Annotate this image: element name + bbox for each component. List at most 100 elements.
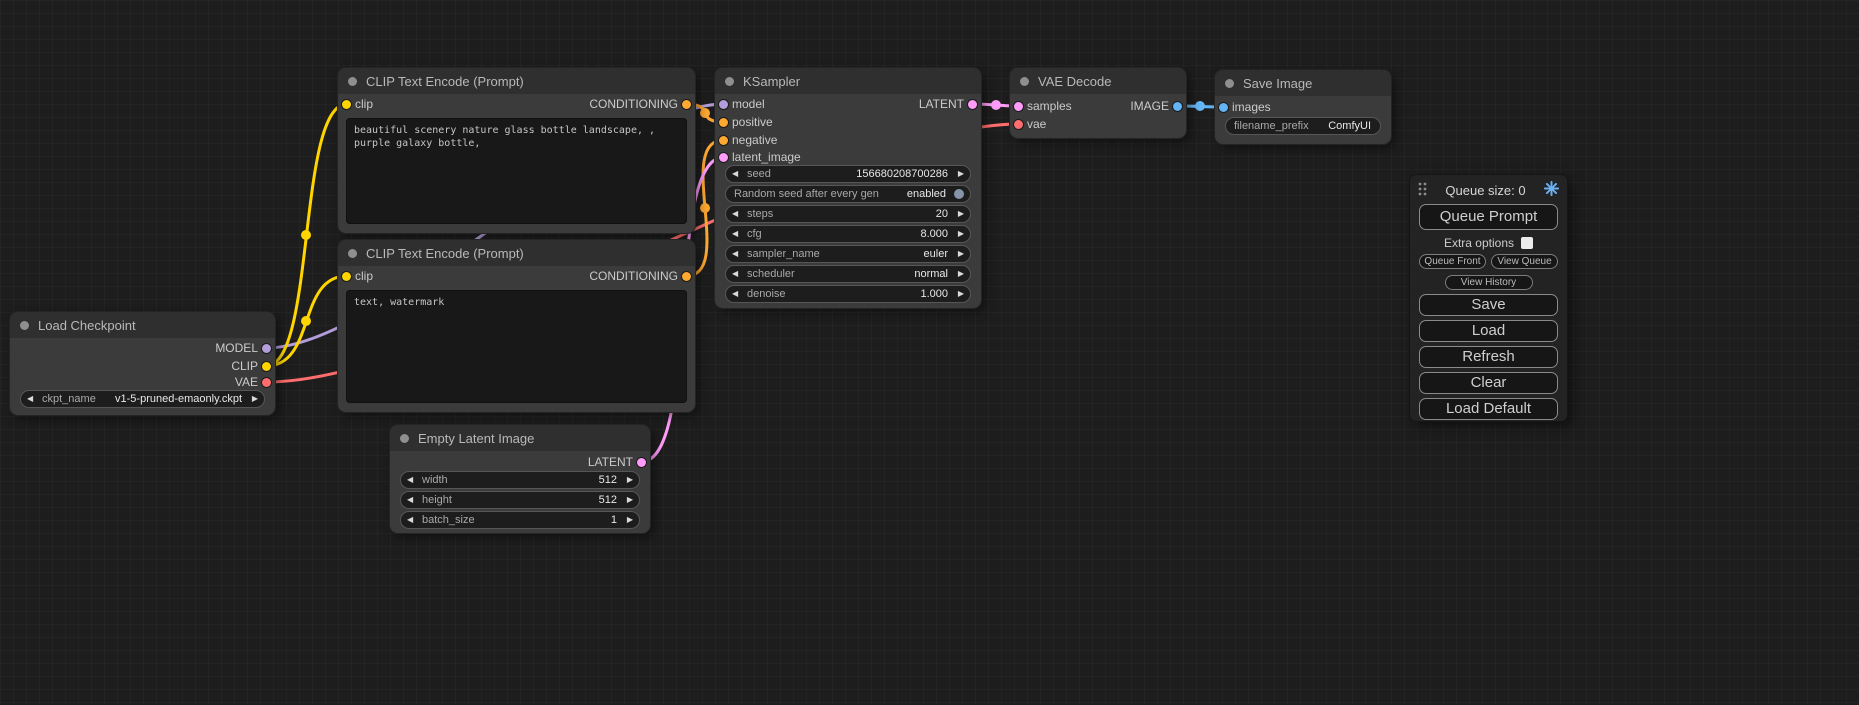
collapse-dot-icon[interactable] xyxy=(20,321,29,330)
decrement-arrow-icon[interactable]: ◀ xyxy=(407,471,420,489)
increment-arrow-icon[interactable]: ▶ xyxy=(620,471,633,489)
load-button[interactable]: Load xyxy=(1419,320,1558,342)
decrement-arrow-icon[interactable]: ◀ xyxy=(732,245,745,263)
increment-arrow-icon[interactable]: ▶ xyxy=(951,265,964,283)
clip-slot-dot[interactable] xyxy=(342,100,351,109)
input-slot-model[interactable]: model xyxy=(715,95,765,113)
model-slot-dot[interactable] xyxy=(719,100,728,109)
save-button[interactable]: Save xyxy=(1419,294,1558,316)
conditioning-slot-dot[interactable] xyxy=(719,136,728,145)
increment-arrow-icon[interactable]: ▶ xyxy=(245,390,258,408)
node-load-checkpoint[interactable]: Load Checkpoint MODEL CLIP VAE ◀ ckpt_na… xyxy=(10,312,275,415)
image-slot-dot[interactable] xyxy=(1219,103,1228,112)
input-slot-clip[interactable]: clip xyxy=(338,95,373,113)
widget-height[interactable]: ◀ height 512 ▶ xyxy=(400,491,640,509)
increment-arrow-icon[interactable]: ▶ xyxy=(620,491,633,509)
input-slot-latent-image[interactable]: latent_image xyxy=(715,148,801,166)
widget-cfg[interactable]: ◀ cfg 8.000 ▶ xyxy=(725,225,971,243)
decrement-arrow-icon[interactable]: ◀ xyxy=(27,390,40,408)
collapse-dot-icon[interactable] xyxy=(1020,77,1029,86)
input-slot-negative[interactable]: negative xyxy=(715,131,777,149)
conditioning-slot-dot[interactable] xyxy=(719,118,728,127)
increment-arrow-icon[interactable]: ▶ xyxy=(951,165,964,183)
decrement-arrow-icon[interactable]: ◀ xyxy=(732,165,745,183)
model-slot-dot[interactable] xyxy=(262,344,271,353)
decrement-arrow-icon[interactable]: ◀ xyxy=(407,511,420,529)
clear-button[interactable]: Clear xyxy=(1419,372,1558,394)
increment-arrow-icon[interactable]: ▶ xyxy=(951,285,964,303)
output-slot-conditioning[interactable]: CONDITIONING xyxy=(589,267,695,285)
node-save-image[interactable]: Save Image images filename_prefix ComfyU… xyxy=(1215,70,1391,144)
input-slot-images[interactable]: images xyxy=(1215,98,1271,116)
node-title-bar[interactable]: Empty Latent Image xyxy=(390,425,650,451)
node-title-bar[interactable]: VAE Decode xyxy=(1010,68,1186,94)
decrement-arrow-icon[interactable]: ◀ xyxy=(407,491,420,509)
clip-slot-dot[interactable] xyxy=(342,272,351,281)
node-title-bar[interactable]: KSampler xyxy=(715,68,981,94)
input-slot-samples[interactable]: samples xyxy=(1010,97,1072,115)
view-history-button[interactable]: View History xyxy=(1445,275,1533,290)
drag-handle-icon[interactable] xyxy=(1418,182,1427,199)
node-clip-text-encode-positive[interactable]: CLIP Text Encode (Prompt) clip CONDITION… xyxy=(338,68,695,233)
queue-prompt-button[interactable]: Queue Prompt xyxy=(1419,204,1558,230)
widget-scheduler[interactable]: ◀ scheduler normal ▶ xyxy=(725,265,971,283)
latent-slot-dot[interactable] xyxy=(637,458,646,467)
output-slot-image[interactable]: IMAGE xyxy=(1130,97,1186,115)
widget-seed[interactable]: ◀ seed 156680208700286 ▶ xyxy=(725,165,971,183)
extra-options-checkbox[interactable] xyxy=(1521,237,1533,249)
conditioning-slot-dot[interactable] xyxy=(682,272,691,281)
collapse-dot-icon[interactable] xyxy=(1225,79,1234,88)
increment-arrow-icon[interactable]: ▶ xyxy=(951,245,964,263)
output-slot-latent[interactable]: LATENT xyxy=(919,95,981,113)
node-empty-latent-image[interactable]: Empty Latent Image LATENT ◀ width 512 ▶ … xyxy=(390,425,650,533)
widget-ckpt-name[interactable]: ◀ ckpt_name v1-5-pruned-emaonly.ckpt ▶ xyxy=(20,390,265,408)
collapse-dot-icon[interactable] xyxy=(348,77,357,86)
node-clip-text-encode-negative[interactable]: CLIP Text Encode (Prompt) clip CONDITION… xyxy=(338,240,695,412)
collapse-dot-icon[interactable] xyxy=(400,434,409,443)
widget-random-seed-toggle[interactable]: Random seed after every gen enabled xyxy=(725,185,971,203)
node-ksampler[interactable]: KSampler model positive negative latent_… xyxy=(715,68,981,308)
input-slot-positive[interactable]: positive xyxy=(715,113,773,131)
view-queue-button[interactable]: View Queue xyxy=(1491,254,1558,269)
toggle-state-icon[interactable] xyxy=(954,189,964,199)
input-slot-vae[interactable]: vae xyxy=(1010,115,1046,133)
increment-arrow-icon[interactable]: ▶ xyxy=(620,511,633,529)
increment-arrow-icon[interactable]: ▶ xyxy=(951,205,964,223)
decrement-arrow-icon[interactable]: ◀ xyxy=(732,205,745,223)
input-slot-clip[interactable]: clip xyxy=(338,267,373,285)
latent-slot-dot[interactable] xyxy=(1014,102,1023,111)
output-slot-latent[interactable]: LATENT xyxy=(588,453,650,471)
node-title-bar[interactable]: CLIP Text Encode (Prompt) xyxy=(338,68,695,94)
prompt-textarea[interactable]: beautiful scenery nature glass bottle la… xyxy=(346,118,687,224)
settings-gear-icon[interactable] xyxy=(1544,181,1559,199)
decrement-arrow-icon[interactable]: ◀ xyxy=(732,265,745,283)
node-vae-decode[interactable]: VAE Decode samples vae IMAGE xyxy=(1010,68,1186,138)
node-title-bar[interactable]: Load Checkpoint xyxy=(10,312,275,338)
widget-width[interactable]: ◀ width 512 ▶ xyxy=(400,471,640,489)
decrement-arrow-icon[interactable]: ◀ xyxy=(732,225,745,243)
widget-denoise[interactable]: ◀ denoise 1.000 ▶ xyxy=(725,285,971,303)
output-slot-model[interactable]: MODEL xyxy=(215,339,275,357)
prompt-textarea[interactable]: text, watermark xyxy=(346,290,687,403)
collapse-dot-icon[interactable] xyxy=(348,249,357,258)
latent-slot-dot[interactable] xyxy=(968,100,977,109)
output-slot-vae[interactable]: VAE xyxy=(235,373,275,391)
latent-slot-dot[interactable] xyxy=(719,153,728,162)
refresh-button[interactable]: Refresh xyxy=(1419,346,1558,368)
load-default-button[interactable]: Load Default xyxy=(1419,398,1558,420)
decrement-arrow-icon[interactable]: ◀ xyxy=(732,285,745,303)
widget-sampler-name[interactable]: ◀ sampler_name euler ▶ xyxy=(725,245,971,263)
widget-batch-size[interactable]: ◀ batch_size 1 ▶ xyxy=(400,511,640,529)
vae-slot-dot[interactable] xyxy=(262,378,271,387)
graph-canvas[interactable]: Load Checkpoint MODEL CLIP VAE ◀ ckpt_na… xyxy=(0,0,1859,705)
node-title-bar[interactable]: CLIP Text Encode (Prompt) xyxy=(338,240,695,266)
output-slot-conditioning[interactable]: CONDITIONING xyxy=(589,95,695,113)
widget-filename-prefix[interactable]: filename_prefix ComfyUI xyxy=(1225,117,1381,135)
image-slot-dot[interactable] xyxy=(1173,102,1182,111)
widget-steps[interactable]: ◀ steps 20 ▶ xyxy=(725,205,971,223)
clip-slot-dot[interactable] xyxy=(262,362,271,371)
collapse-dot-icon[interactable] xyxy=(725,77,734,86)
vae-slot-dot[interactable] xyxy=(1014,120,1023,129)
node-title-bar[interactable]: Save Image xyxy=(1215,70,1391,96)
queue-front-button[interactable]: Queue Front xyxy=(1419,254,1486,269)
